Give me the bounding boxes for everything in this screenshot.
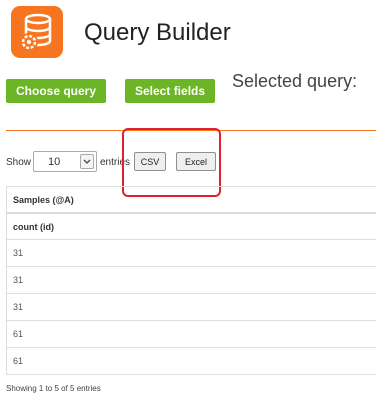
page-title: Query Builder <box>84 19 231 46</box>
table-header-samples[interactable]: Samples (@A) <box>7 186 376 213</box>
database-gear-icon <box>20 13 52 51</box>
choose-query-button[interactable]: Choose query <box>6 79 107 103</box>
app-logo <box>11 6 63 58</box>
table-row: 61 <box>7 321 376 348</box>
table-row: 31 <box>7 294 376 321</box>
page-size-value: 10 <box>48 156 61 168</box>
table-row: 31 <box>7 267 376 294</box>
results-table: Samples (@A) count (id) 31 31 31 61 61 <box>6 186 376 375</box>
selected-query-label: Selected query: <box>232 71 358 91</box>
table-row: 61 <box>7 348 376 375</box>
page-size-select[interactable]: 10 <box>33 151 97 172</box>
select-fields-button[interactable]: Select fields <box>125 79 216 103</box>
show-label: Show <box>6 157 32 168</box>
chevron-down-icon <box>80 154 94 169</box>
table-info: Showing 1 to 5 of 5 entries <box>6 384 101 393</box>
table-row: 31 <box>7 240 376 267</box>
table-header-count[interactable]: count (id) <box>7 213 376 240</box>
